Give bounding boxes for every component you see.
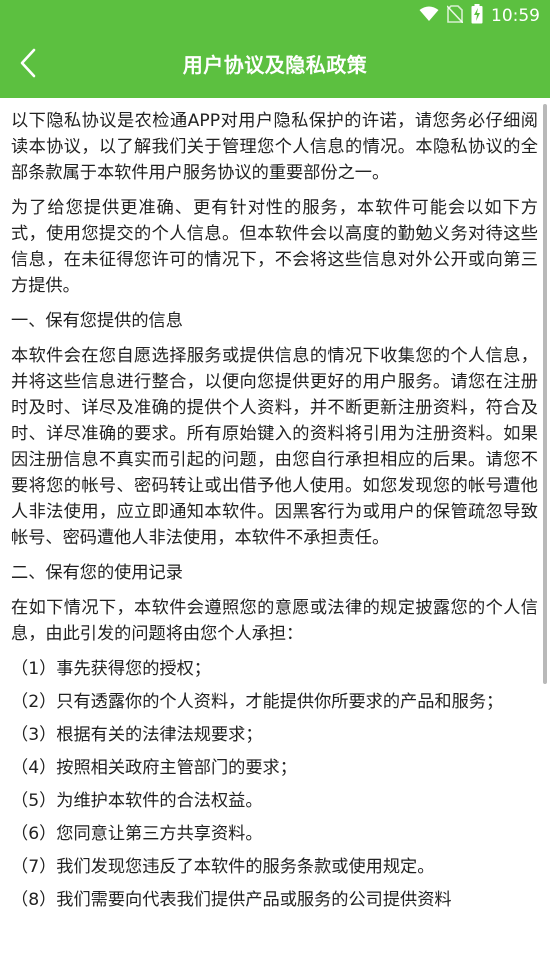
section-heading: 二、保有您的使用记录 [11, 563, 183, 583]
page-title: 用户协议及隐私政策 [182, 53, 368, 77]
list-item: （2）只有透露你的个人资料，才能提供你所要求的产品和服务； [11, 692, 504, 712]
battery-charging-icon [471, 4, 483, 28]
chevron-left-icon [19, 48, 37, 82]
toolbar: 用户协议及隐私政策 [0, 32, 550, 98]
agreement-text: 以下隐私协议是农检通APP对用户隐私保护的许诺，请您务必仔细阅读本协议，以了解我… [0, 98, 550, 913]
list-item: （7）我们发现您违反了本软件的服务条款或使用规定。 [11, 857, 435, 877]
agreement-content[interactable]: 以下隐私协议是农检通APP对用户隐私保护的许诺，请您务必仔细阅读本协议，以了解我… [0, 98, 550, 979]
paragraph: 在如下情况下，本软件会遵照您的意愿或法律的规定披露您的个人信息，由此引发的问题将… [11, 598, 538, 644]
no-sim-icon [446, 5, 464, 27]
status-bar: 10:59 [0, 0, 550, 32]
section-heading: 一、保有您提供的信息 [11, 311, 183, 331]
back-button[interactable] [8, 45, 48, 85]
list-item: （6）您同意让第三方共享资料。 [11, 824, 263, 844]
list-item: （4）按照相关政府主管部门的要求； [11, 758, 297, 778]
status-icons: 10:59 [419, 4, 540, 28]
scrollbar[interactable] [543, 104, 547, 684]
list-item: （5）为维护本软件的合法权益。 [11, 791, 263, 811]
wifi-icon [419, 6, 439, 26]
list-item: （3）根据有关的法律法规要求； [11, 725, 263, 745]
status-time: 10:59 [491, 6, 540, 26]
paragraph: 以下隐私协议是农检通APP对用户隐私保护的许诺，请您务必仔细阅读本协议，以了解我… [11, 111, 538, 183]
paragraph: 本软件会在您自愿选择服务或提供信息的情况下收集您的个人信息，并将这些信息进行整合… [11, 346, 538, 548]
list-item: （1）事先获得您的授权； [11, 659, 211, 679]
list-item: （8）我们需要向代表我们提供产品或服务的公司提供资料 [11, 890, 452, 910]
paragraph: 为了给您提供更准确、更有针对性的服务，本软件可能会以如下方式，使用您提交的个人信… [11, 198, 538, 296]
